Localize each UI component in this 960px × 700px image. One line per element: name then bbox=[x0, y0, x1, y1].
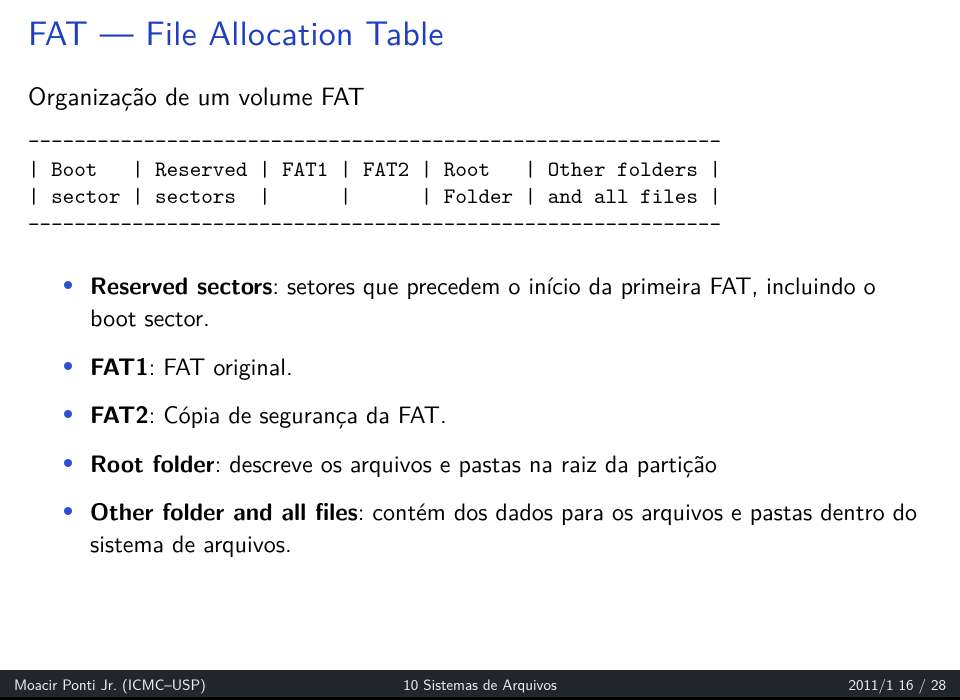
footer-page-number: 2011/1 16 / 28 bbox=[849, 673, 947, 695]
bullet-text: Root folder: descreve os arquivos e past… bbox=[90, 447, 922, 479]
diagram-rule-bottom: ----------------------------------------… bbox=[28, 209, 721, 238]
bullet-list: Reserved sectors: setores que precedem o… bbox=[0, 247, 960, 560]
bullet-dot-icon bbox=[64, 362, 72, 370]
bullet-text: FAT1: FAT original. bbox=[90, 350, 922, 382]
slide-footer: Moacir Ponti Jr. (ICMC–USP) 10 Sistemas … bbox=[0, 670, 960, 700]
bullet-dot-icon bbox=[64, 459, 72, 467]
diagram-row-2: | sector | sectors | | | Folder | and al… bbox=[28, 181, 721, 210]
bullet-text: FAT2: Cópia de segurança da FAT. bbox=[90, 398, 922, 430]
footer-title: 10 Sistemas de Arquivos bbox=[403, 673, 556, 695]
footer-author: Moacir Ponti Jr. (ICMC–USP) bbox=[14, 673, 206, 695]
bullet-text: Other folder and all files: contém dos d… bbox=[90, 495, 922, 560]
bullet-text: Reserved sectors: setores que precedem o… bbox=[90, 269, 922, 334]
bullet-item: Reserved sectors: setores que precedem o… bbox=[64, 269, 922, 334]
slide: FAT — File Allocation Table Organização … bbox=[0, 0, 960, 700]
diagram-rule-top: ----------------------------------------… bbox=[28, 126, 721, 155]
bullet-item: Other folder and all files: contém dos d… bbox=[64, 495, 922, 560]
bullet-item: FAT1: FAT original. bbox=[64, 350, 922, 382]
slide-title: FAT — File Allocation Table bbox=[0, 0, 960, 68]
bullet-dot-icon bbox=[64, 281, 72, 289]
diagram-row-1: | Boot | Reserved | FAT1 | FAT2 | Root |… bbox=[28, 154, 721, 183]
bullet-item: Root folder: descreve os arquivos e past… bbox=[64, 447, 922, 479]
bullet-dot-icon bbox=[64, 410, 72, 418]
slide-subtitle: Organização de um volume FAT bbox=[0, 68, 960, 127]
bullet-dot-icon bbox=[64, 507, 72, 515]
bullet-item: FAT2: Cópia de segurança da FAT. bbox=[64, 398, 922, 430]
volume-diagram: ----------------------------------------… bbox=[0, 127, 960, 247]
